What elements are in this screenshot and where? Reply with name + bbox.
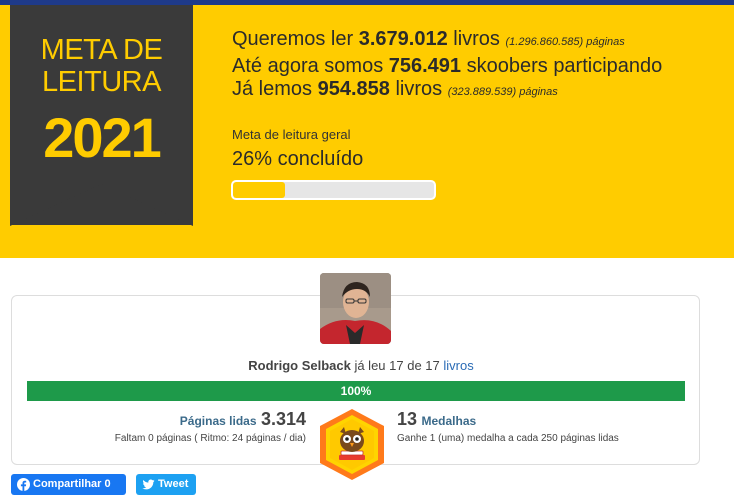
pages-label: Páginas lidas bbox=[179, 414, 257, 428]
books-read-line: Já lemos 954.858 livros (323.889.539) pá… bbox=[232, 78, 558, 100]
user-photo bbox=[320, 273, 391, 344]
goal-label: Meta de leitura geral bbox=[232, 127, 351, 142]
pages-value: 3.314 bbox=[260, 409, 306, 429]
banner-title: META DE LEITURA bbox=[40, 34, 163, 98]
avatar[interactable] bbox=[320, 273, 391, 344]
medals-info: Ganhe 1 (uma) medalha a cada 250 páginas… bbox=[397, 433, 619, 444]
medals-value: 13 bbox=[397, 409, 418, 429]
goal-progress-fill bbox=[233, 182, 286, 198]
user-progress-bar: 100% bbox=[27, 381, 685, 401]
banner-year: 2021 bbox=[43, 106, 162, 169]
medals: 13 Medalhas bbox=[397, 409, 476, 430]
pages-read: Páginas lidas 3.314 bbox=[0, 409, 306, 430]
user-progress-text: 100% bbox=[340, 384, 372, 398]
medals-label: Medalhas bbox=[421, 414, 477, 428]
owl-medal-icon bbox=[320, 409, 384, 480]
ribbon-tail bbox=[10, 182, 193, 226]
facebook-share-label: Compartilhar 0 bbox=[33, 478, 111, 490]
facebook-share-button[interactable]: Compartilhar 0 bbox=[11, 474, 126, 495]
books-link[interactable]: livros bbox=[443, 358, 473, 373]
tweet-button[interactable]: Tweet bbox=[136, 474, 196, 495]
facebook-icon bbox=[17, 478, 30, 491]
user-name[interactable]: Rodrigo Selback bbox=[248, 358, 351, 373]
goal-progress-bar bbox=[231, 180, 436, 200]
twitter-bird-icon bbox=[142, 479, 155, 490]
goal-percent: 26% concluído bbox=[232, 148, 364, 170]
pages-remaining: Faltam 0 páginas ( Ritmo: 24 páginas / d… bbox=[114, 433, 306, 444]
user-summary: Rodrigo Selback já leu 17 de 17 livros bbox=[248, 358, 474, 373]
tweet-label: Tweet bbox=[158, 478, 189, 490]
goal-books-line: Queremos ler 3.679.012 livros (1.296.860… bbox=[232, 28, 625, 50]
participants-line: Até agora somos 756.491 skoobers partici… bbox=[232, 55, 663, 77]
